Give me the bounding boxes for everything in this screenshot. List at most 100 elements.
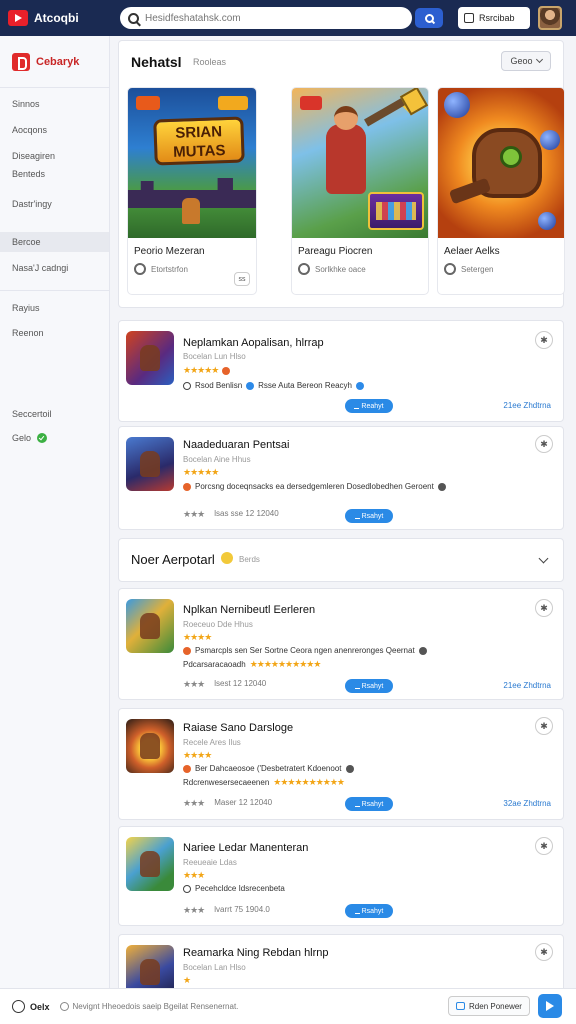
clock-icon [183, 381, 191, 390]
tag-row: Rsod Benlisn Rsse Auta Bereon Reacyh [183, 381, 364, 390]
game-name: Peorio Mezeran [134, 246, 205, 257]
sidebar-item[interactable]: Dastr'ingy [0, 194, 109, 214]
help-icon[interactable] [12, 1000, 25, 1013]
meta-row: ★★★ Maser 12 12040 [183, 798, 273, 808]
account-button[interactable]: Rsrcibab [458, 7, 530, 29]
chevron-down-icon[interactable] [538, 553, 549, 564]
game-cover-image: SRIAN MUTAS [128, 88, 256, 238]
sidebar-item[interactable]: Aocqons [0, 120, 109, 140]
app-logo[interactable]: Atcoqbi [8, 10, 120, 26]
chat-button[interactable]: Rden Ponewer [448, 996, 530, 1016]
game-list-card[interactable]: Nplkan Nernibeutl Eerleren Roeceuo Dde H… [118, 588, 564, 700]
favorite-button[interactable]: ✱ [535, 331, 553, 349]
install-button[interactable]: Rsahyt [345, 797, 393, 811]
badge-icon [183, 764, 191, 773]
rating-row: ★★★★ [183, 750, 212, 761]
game-subtitle: Bocelan Aine Hhus [183, 455, 251, 464]
game-name: Pareagu Piocren [298, 246, 373, 257]
game-meta: Setergen [444, 263, 493, 275]
game-list-card[interactable]: Nariee Ledar Manenteran Reeueaie Ldas ★★… [118, 826, 564, 926]
game-list-card[interactable]: Neplamkan Aopalisan, hlrrap Bocelan Lun … [118, 320, 564, 422]
hero-art [182, 198, 200, 224]
featured-game-card[interactable]: Pareagu Piocren Sorlkhke oace [291, 87, 429, 295]
game-title: Raiase Sano Darsloge [183, 722, 294, 734]
game-logo-art [368, 192, 424, 230]
rating-stars: ★★★★★ [183, 467, 219, 477]
sidebar-divider [0, 290, 109, 291]
game-title: Naadeduaran Pentsai [183, 439, 290, 451]
game-cover-image [292, 88, 428, 238]
rating-row: ★ [183, 975, 191, 986]
sidebar-item[interactable]: Sinnos [0, 94, 109, 114]
game-icon [126, 719, 174, 773]
chevron-down-icon [535, 55, 543, 64]
install-button[interactable]: Rsahyt [345, 904, 393, 918]
person-icon [464, 13, 474, 23]
badge-icon [183, 646, 191, 655]
tag-row: Ber Dahcaeosoe ('Desbetratert Kdoenoot [183, 764, 354, 773]
search-button[interactable] [415, 8, 443, 28]
favorite-button[interactable]: ✱ [535, 717, 553, 735]
rating-stars: ★★★★ [183, 632, 212, 642]
game-list-card[interactable]: Reamarka Ning Rebdan hlrnp Bocelan Lan H… [118, 934, 564, 999]
orb-art [444, 92, 470, 118]
rating-stars: ★★★ [183, 870, 205, 880]
chat-icon [456, 1002, 466, 1010]
info-icon [355, 381, 364, 390]
download-icon [354, 683, 360, 689]
robot-eye-art [500, 146, 522, 168]
install-button[interactable]: Rsahyt [345, 509, 393, 523]
meta-row: ★★★ lsest 12 12040 [183, 679, 267, 689]
game-list-card[interactable]: Naadeduaran Pentsai Bocelan Aine Hhus ★★… [118, 426, 564, 530]
sidebar-item[interactable]: Rayius [0, 298, 109, 318]
rating-stars: ★★★★★ [183, 365, 219, 375]
tag-row-2: Pdcarsaracaoadh ★★★★★★★★★★ [183, 659, 321, 669]
game-subtitle: Bocelan Lun Hlso [183, 352, 246, 361]
rating-row: ★★★★★ [183, 365, 231, 376]
details-link[interactable]: 21ee Zhdtrna [503, 401, 551, 410]
sort-dropdown[interactable]: Geoo [501, 51, 551, 71]
sidebar-item-active[interactable]: Bercoe [0, 232, 109, 252]
sidebar-item[interactable]: Seccertoil [0, 404, 109, 424]
game-icon [126, 599, 174, 653]
rating-row: ★★★ [183, 870, 205, 881]
sidebar-item[interactable]: Benteds [0, 164, 109, 184]
sidebar: Cebaryk Sinnos Aocqons Diseagiren Bented… [0, 36, 110, 988]
sidebar-brand[interactable]: Cebaryk [0, 36, 109, 88]
game-logo-art: SRIAN MUTAS [153, 116, 245, 166]
details-link[interactable]: 21ee Zhdtrna [503, 681, 551, 690]
section-title: Noer Aerpotarl [131, 552, 215, 567]
search-input[interactable] [145, 12, 404, 24]
game-list-card[interactable]: Raiase Sano Darsloge Recele Ares Ilus ★★… [118, 708, 564, 820]
section-header[interactable]: Noer Aerpotarl Berds [118, 538, 564, 582]
details-link[interactable]: 32ae Zhdtrna [503, 799, 551, 808]
account-label: Rsrcibab [479, 13, 515, 23]
avatar[interactable] [538, 6, 562, 30]
game-name: Aelaer Aelks [444, 246, 500, 257]
send-button[interactable] [538, 994, 562, 1018]
search-icon [424, 13, 434, 23]
more-button[interactable]: ss [234, 272, 250, 286]
download-icon [354, 801, 360, 807]
favorite-button[interactable]: ✱ [535, 599, 553, 617]
help-label[interactable]: Oelx [30, 1002, 50, 1012]
favorite-button[interactable]: ✱ [535, 943, 553, 961]
sidebar-item[interactable]: Reenon [0, 323, 109, 343]
info-icon [418, 646, 427, 655]
sidebar-item-status[interactable]: Gelo [0, 428, 109, 448]
meta-row: ★★★ lsas sse 12 12040 [183, 509, 279, 519]
featured-game-card[interactable]: Aelaer Aelks Setergen [437, 87, 565, 295]
install-button[interactable]: Reahyt [345, 399, 393, 413]
tag-row-2: Rdcrenwesersecaeenen ★★★★★★★★★★ [183, 777, 345, 787]
featured-game-card[interactable]: SRIAN MUTAS Peorio Mezeran Etortstrfon s… [127, 87, 257, 295]
badge-icon [136, 96, 160, 110]
game-title: Reamarka Ning Rebdan hlrnp [183, 947, 329, 959]
sidebar-item[interactable]: Nasa'J cadngi [0, 258, 109, 278]
game-icon [126, 331, 174, 385]
install-button[interactable]: Rsahyt [345, 679, 393, 693]
favorite-button[interactable]: ✱ [535, 837, 553, 855]
sidebar-brand-label: Cebaryk [36, 55, 80, 68]
favorite-button[interactable]: ✱ [535, 435, 553, 453]
info-icon [437, 482, 446, 491]
sidebar-item[interactable]: Diseagiren [0, 146, 109, 166]
